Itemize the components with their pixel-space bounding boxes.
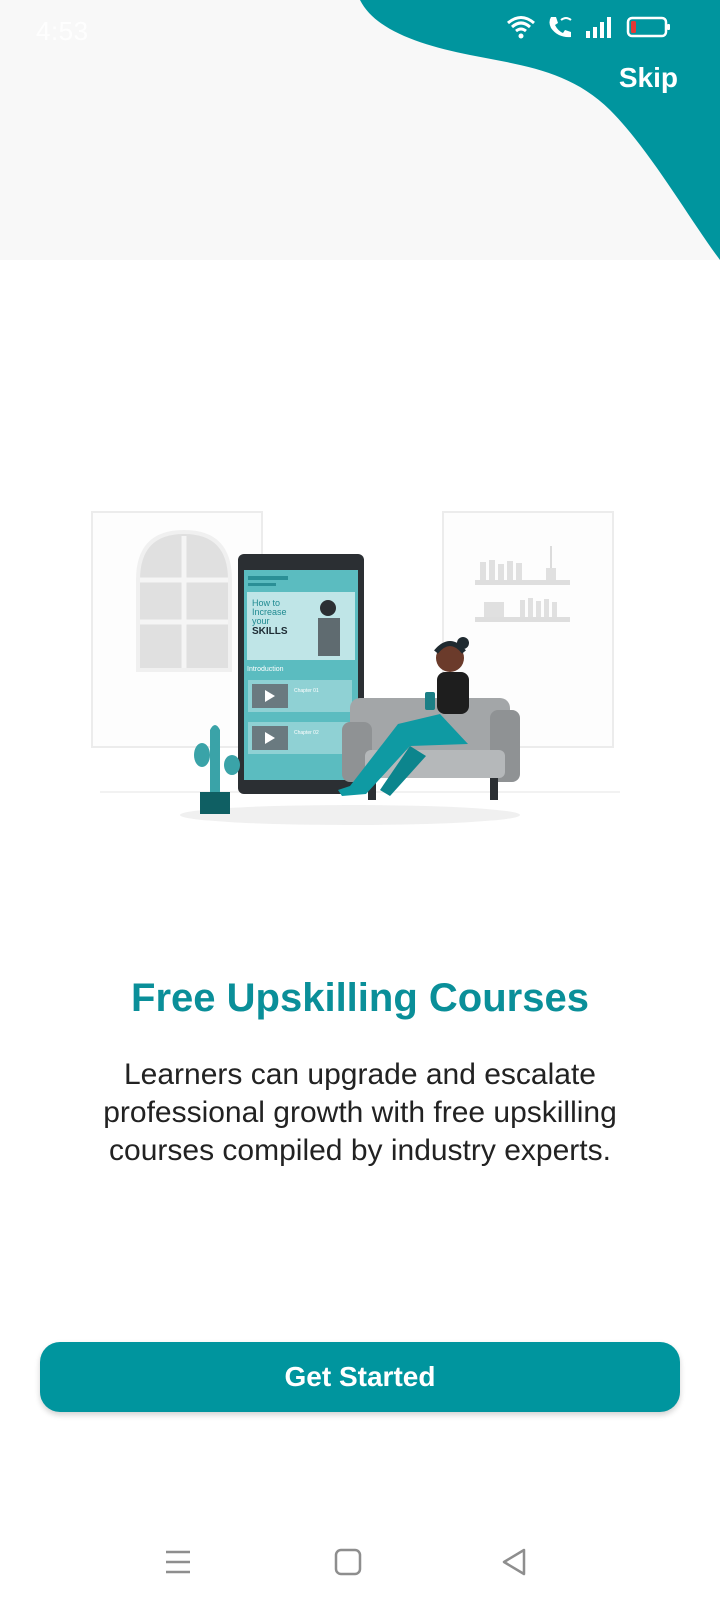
onboarding-title: Free Upskilling Courses <box>131 976 589 1020</box>
status-bar: 4:53 <box>0 0 720 64</box>
menu-icon[interactable] <box>160 1544 196 1580</box>
wifi-icon <box>507 16 535 39</box>
onboarding-illustration: How to Increase your SKILLS Introduction… <box>91 511 620 825</box>
status-time: 4:53 <box>36 16 89 46</box>
battery-icon <box>626 16 670 38</box>
window-shape <box>136 529 232 672</box>
home-icon[interactable] <box>330 1544 366 1580</box>
signal-icon <box>586 17 611 38</box>
get-started-button[interactable]: Get Started <box>40 1342 680 1412</box>
phone-chapter-2: Chapter 02 <box>294 730 319 736</box>
back-icon[interactable] <box>496 1544 532 1580</box>
phone-section-label: Introduction <box>247 666 284 673</box>
phone-chapter-1: Chapter 01 <box>294 688 319 694</box>
phone-heading-3: your <box>252 616 270 626</box>
skip-button[interactable]: Skip <box>619 62 678 94</box>
status-icons <box>506 14 672 40</box>
onboarding-description: Learners can upgrade and escalate profes… <box>103 1058 617 1167</box>
system-nav-bar <box>0 1520 720 1600</box>
wifi-call-icon <box>549 17 572 38</box>
phone-heading-4: SKILLS <box>252 626 288 637</box>
